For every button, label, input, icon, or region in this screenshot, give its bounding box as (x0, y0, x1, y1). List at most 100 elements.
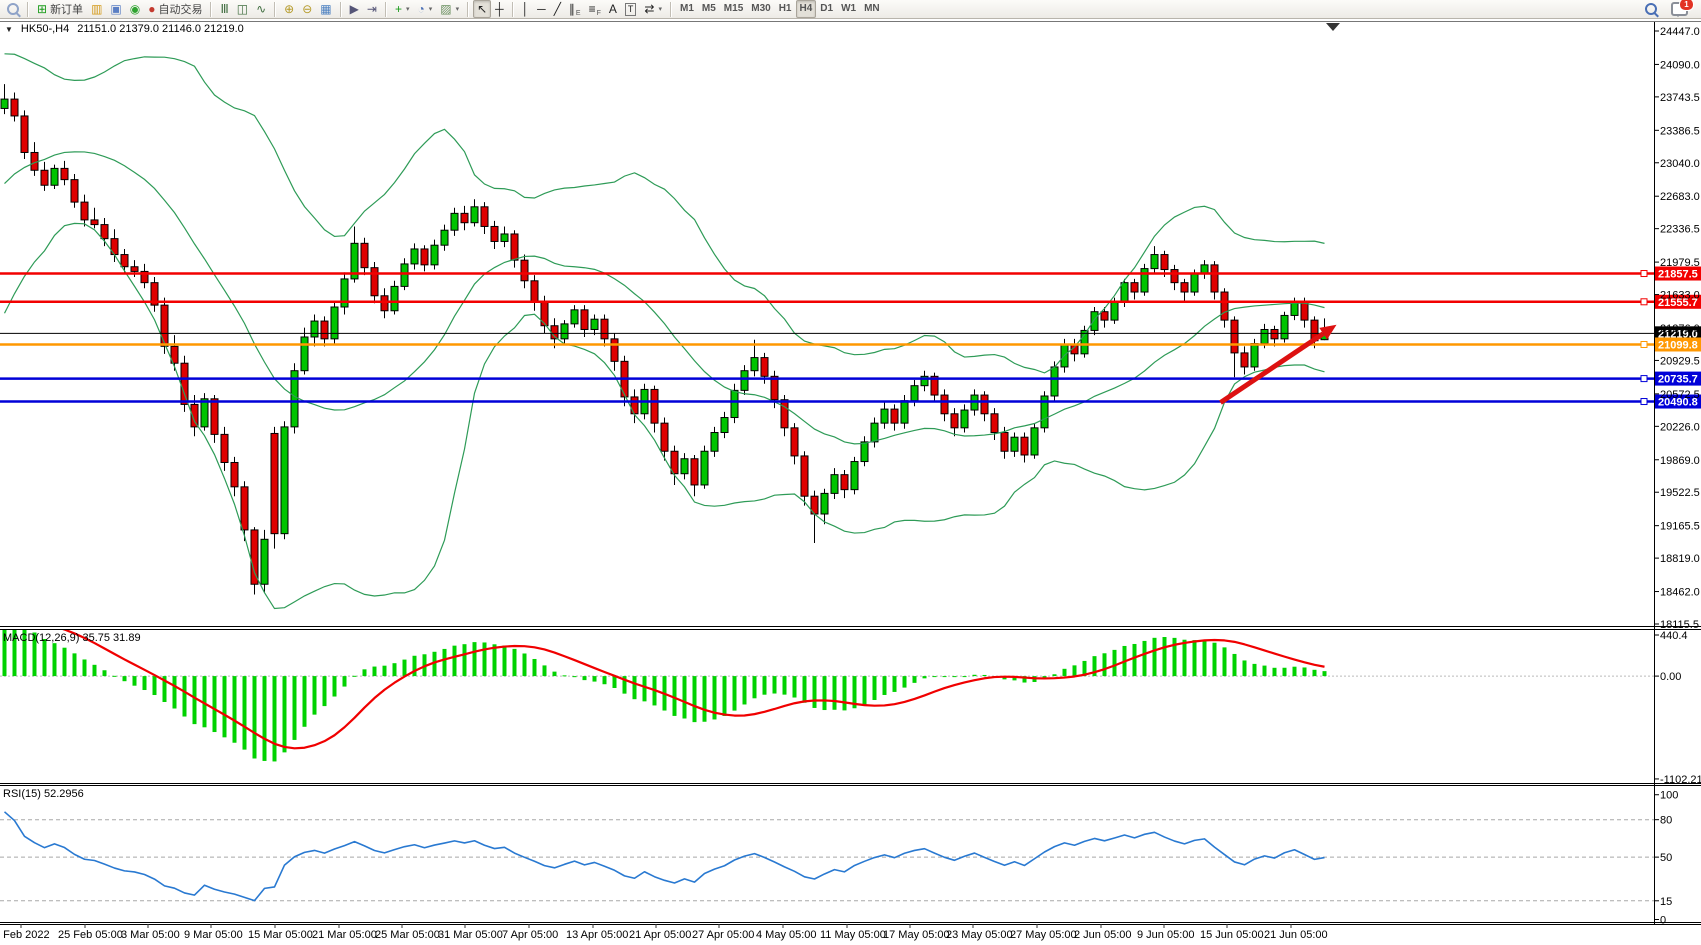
horizontal-line-button[interactable]: ─ (533, 0, 550, 18)
notifications-icon[interactable]: 1 (1671, 2, 1688, 16)
cursor-button[interactable]: ↖ (473, 0, 491, 18)
macd-histogram-bar (1303, 667, 1307, 676)
candle-down (271, 433, 278, 533)
timeframe-label: W1 (841, 2, 856, 16)
rsi-pane (0, 812, 1654, 901)
time-tick-label: 9 Jun 05:00 (1137, 929, 1195, 941)
auto-scroll-button[interactable]: ▶ (346, 0, 363, 18)
resistance-line-2-handle[interactable] (1641, 299, 1647, 305)
line-chart-button[interactable]: ∿ (252, 0, 270, 18)
pivot-line-handle[interactable] (1641, 341, 1647, 347)
macd-tick-label: -1102.21 (1660, 774, 1701, 786)
timeframe-button-m15[interactable]: M15 (720, 0, 747, 18)
vertical-line-button[interactable]: │ (518, 0, 534, 18)
bar-chart-button[interactable]: Ⅲ (216, 0, 232, 18)
support-line-2-handle[interactable] (1641, 399, 1647, 405)
candle-up (751, 358, 758, 371)
macd-histogram-bar (233, 676, 237, 743)
macd-histogram-bar (813, 676, 817, 708)
chart-window-icon (7, 3, 19, 15)
candle-down (91, 220, 98, 225)
zoom-out-button[interactable]: ⊖ (298, 0, 316, 18)
time-tick-label: 15 Jun 05:00 (1200, 929, 1264, 941)
main-toolbar: ⊞新订单 ▥ ▣ ◉ ●自动交易 Ⅲ◫ ∿ ⊕⊖▦ ▶ ⇥ +▾◔▾▨▾ ↖┼ │─ ╱ ∥E≡FAT⇄▾ M… (0, 0, 1701, 19)
chart-ohlc-values: 21151.0 21379.0 21146.0 21219.0 (77, 23, 244, 35)
autotrading-button[interactable]: ●自动交易 (144, 0, 206, 18)
price-tick-label: 23743.5 (1660, 92, 1700, 104)
timeframe-button-h1[interactable]: H1 (775, 0, 796, 18)
price-tick-label: 24447.0 (1660, 26, 1700, 38)
macd-histogram-bar (513, 649, 517, 676)
terminal-button[interactable]: ▣ (106, 0, 125, 18)
arrows-button[interactable]: ⇄▾ (640, 0, 666, 18)
candle-chart-button[interactable]: ◫ (233, 0, 252, 18)
macd-histogram-bar (913, 676, 917, 683)
macd-histogram-bar (593, 676, 597, 681)
vertical-line-button-glyph: │ (522, 2, 530, 16)
timeframe-button-h4[interactable]: H4 (796, 0, 817, 18)
equidistant-channel-button[interactable]: ∥E (565, 0, 585, 18)
time-tick-label: 25 Mar 05:00 (375, 929, 440, 941)
timeframe-button-mn[interactable]: MN (860, 0, 884, 18)
candle-down (1231, 320, 1238, 353)
candle-down (421, 249, 428, 265)
rsi-tick-label: 50 (1660, 852, 1672, 864)
chart-shift-button-glyph: ⇥ (367, 2, 377, 16)
rsi-tick-label: 100 (1660, 790, 1678, 802)
timeframe-button-m30[interactable]: M30 (747, 0, 774, 18)
timeframe-button-w1[interactable]: W1 (837, 0, 860, 18)
trendline-button[interactable]: ╱ (550, 0, 565, 18)
price-tick-label: 22336.5 (1660, 224, 1700, 236)
text-button[interactable]: A (605, 0, 621, 18)
macd-histogram-bar (393, 663, 397, 676)
candle-up (881, 409, 888, 423)
periods-button[interactable]: ◔▾ (413, 0, 436, 18)
macd-histogram-bar (363, 669, 367, 676)
timeframe-button-d1[interactable]: D1 (816, 0, 837, 18)
zoom-in-button[interactable]: ⊕ (280, 0, 298, 18)
search-icon[interactable] (1645, 3, 1657, 15)
support-line-1-handle[interactable] (1641, 376, 1647, 382)
resistance-line-1-handle[interactable] (1641, 271, 1647, 277)
macd-histogram-bar (173, 676, 177, 708)
new-order-button[interactable]: ⊞新订单 (33, 0, 87, 18)
candle-up (831, 475, 838, 494)
macd-histogram-bar (303, 676, 307, 727)
price-tick-label: 22683.0 (1660, 191, 1700, 203)
candle-down (521, 260, 528, 281)
signals-button-glyph: ◉ (130, 2, 140, 16)
signals-button[interactable]: ◉ (126, 0, 144, 18)
macd-histogram-bar (103, 670, 107, 676)
crosshair-button[interactable]: ┼ (491, 0, 508, 18)
macd-histogram-bar (463, 644, 467, 676)
rsi-tick-label: 80 (1660, 815, 1672, 827)
chart-shift-button[interactable]: ⇥ (363, 0, 381, 18)
timeframe-label: D1 (820, 2, 833, 16)
candle-down (781, 400, 788, 428)
fibonacci-button[interactable]: ≡F (585, 0, 605, 18)
candle-up (281, 427, 288, 534)
timeframe-button-m5[interactable]: M5 (698, 0, 720, 18)
market-watch-button[interactable]: ▥ (87, 0, 106, 18)
add-indicator-button[interactable]: +▾ (391, 0, 414, 18)
macd-histogram-bar (843, 676, 847, 710)
chart-window-icon[interactable] (3, 0, 23, 18)
candle-up (681, 459, 688, 474)
templates-button[interactable]: ▨▾ (436, 0, 463, 18)
trendline-button-glyph: ╱ (554, 2, 561, 16)
market-watch-button-glyph: ▥ (91, 2, 102, 16)
line-chart-button-glyph: ∿ (256, 2, 266, 16)
symbol-dropdown-icon[interactable]: ▼ (5, 25, 13, 34)
macd-histogram-bar (83, 659, 87, 676)
macd-histogram-bar (3, 619, 7, 676)
candle-down (1211, 265, 1218, 292)
candle-down (1221, 292, 1228, 320)
macd-histogram-bar (403, 660, 407, 677)
macd-histogram-bar (323, 676, 327, 706)
new-order-button-label: 新订单 (50, 1, 83, 17)
macd-histogram-bar (333, 676, 337, 696)
timeframe-button-m1[interactable]: M1 (676, 0, 698, 18)
macd-histogram-bar (443, 649, 447, 676)
text-label-button[interactable]: T (621, 0, 641, 18)
tile-windows-button[interactable]: ▦ (316, 0, 335, 18)
